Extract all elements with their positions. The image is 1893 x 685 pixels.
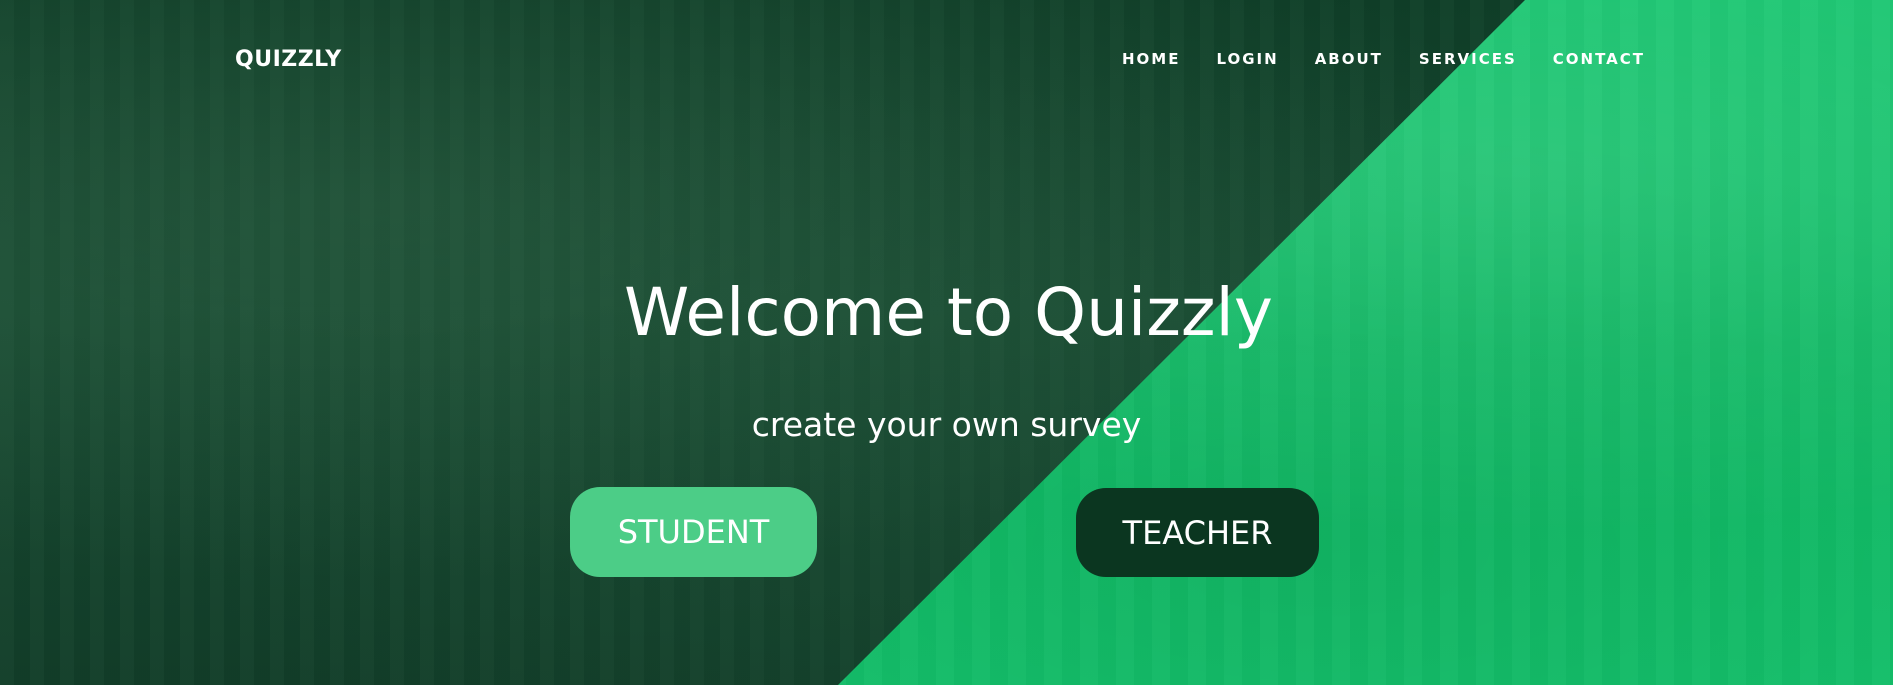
nav-link-home[interactable]: HOME: [1122, 50, 1180, 68]
nav-item-home: HOME: [1122, 50, 1180, 69]
hero-title: Welcome to Quizzly: [624, 274, 1273, 351]
nav-link-login[interactable]: LOGIN: [1216, 50, 1278, 68]
student-button[interactable]: STUDENT: [570, 487, 817, 577]
nav-link-about[interactable]: ABOUT: [1315, 50, 1383, 68]
nav-item-services: SERVICES: [1419, 50, 1517, 69]
main-nav: HOME LOGIN ABOUT SERVICES CONTACT: [1122, 50, 1645, 69]
nav-item-about: ABOUT: [1315, 50, 1383, 69]
nav-link-services[interactable]: SERVICES: [1419, 50, 1517, 68]
brand-logo[interactable]: QUIZZLY: [235, 47, 342, 72]
teacher-button[interactable]: TEACHER: [1076, 488, 1319, 577]
nav-item-login: LOGIN: [1216, 50, 1278, 69]
hero-subtitle: create your own survey: [751, 405, 1142, 444]
hero-section: QUIZZLY HOME LOGIN ABOUT SERVICES CONTAC…: [0, 0, 1893, 685]
nav-item-contact: CONTACT: [1553, 50, 1645, 69]
nav-link-contact[interactable]: CONTACT: [1553, 50, 1645, 68]
